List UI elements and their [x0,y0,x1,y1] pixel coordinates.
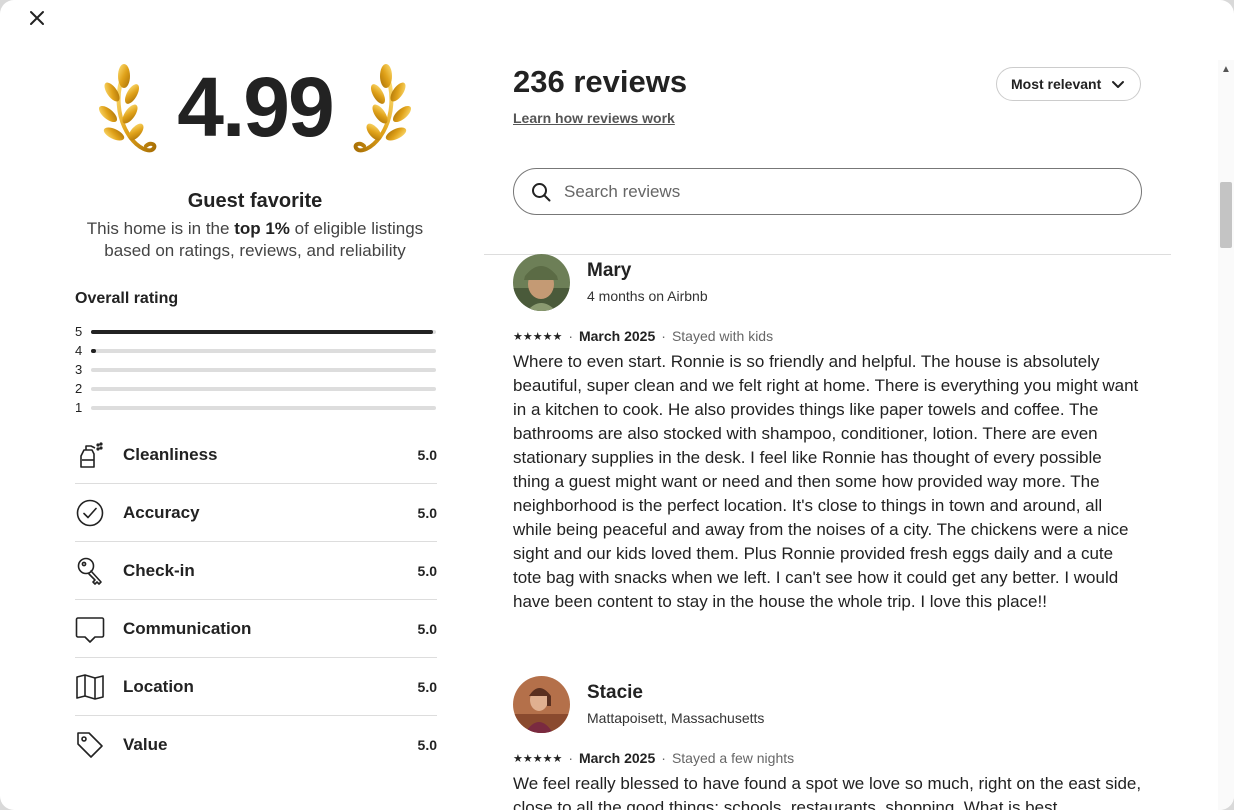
review-date: March 2025 [578,750,656,766]
avatar[interactable] [513,254,570,311]
key-icon [75,556,105,586]
laurel-right-icon [353,64,412,153]
category-score: 5.0 [417,446,437,463]
category-ratings: Cleanliness 5.0 Accuracy 5.0 Check-in 5.… [75,426,437,774]
review-count-heading: 236 reviews [513,64,688,99]
star-rating: ★★★★★ [513,752,563,765]
rating-summary-panel: 4.99 Guest favorite This home is in the … [0,0,484,810]
category-label: Accuracy [123,502,200,522]
guest-favorite-description: This home is in the top 1% of eligible l… [70,218,440,262]
category-label: Value [123,735,168,754]
scroll-up-arrow-icon[interactable]: ▲ [1218,64,1234,75]
review-date: March 2025 [578,328,656,344]
reviewer-meta: Mattapoisett, Massachusetts [587,710,765,726]
rating-bar-track [91,405,436,410]
reviewer-name: Stacie [587,682,643,703]
map-icon [75,672,105,702]
overall-rating-title: Overall rating [75,290,179,307]
star-rating: ★★★★★ [513,330,563,343]
category-score: 5.0 [417,562,437,579]
sort-dropdown[interactable]: Most relevant [996,67,1141,101]
reviewer-name: Mary [587,260,632,281]
review-meta-line: ★★★★★ · March 2025 · Stayed with kids [513,328,773,344]
search-icon [532,182,551,201]
stay-type: Stayed with kids [671,328,774,344]
reviews-panel: 236 reviews Learn how reviews work Most … [484,0,1174,810]
learn-how-reviews-work-link[interactable]: Learn how reviews work [513,110,675,126]
rating-bar-row: 2 [75,379,437,398]
sort-label: Most relevant [1011,76,1102,92]
separator-dot: · [568,750,573,766]
header-divider [484,254,1171,255]
category-label: Check-in [123,560,195,580]
reviews-modal: 4.99 Guest favorite This home is in the … [0,0,1234,810]
chevron-down-icon [1112,81,1125,88]
avatar[interactable] [513,676,570,733]
separator-dot: · [661,750,666,766]
category-label: Location [123,676,194,696]
guest-favorite-title: Guest favorite [187,190,323,212]
rating-bar-label: 1 [75,400,83,415]
description-prefix: This home is in the [86,219,235,238]
rating-bar-row: 5 [75,322,437,341]
spray-bottle-icon [75,440,105,470]
rating-bar-row: 1 [75,398,437,417]
rating-bar-label: 5 [75,324,83,339]
review-text: Where to even start. Ronnie is so friend… [513,352,1139,611]
reviewer-meta: 4 months on Airbnb [587,288,708,304]
category-row-communication: Communication 5.0 [75,600,437,658]
review-text: We feel really blessed to have found a s… [513,774,1142,810]
rating-bar-label: 3 [75,362,83,377]
scrollbar[interactable]: ▲ [1218,60,1234,810]
category-label: Cleanliness [123,444,218,464]
rating-bar-row: 4 [75,341,437,360]
overall-score: 4.99 [177,60,335,154]
stay-type: Stayed a few nights [671,750,795,766]
rating-bar-track [91,348,436,353]
category-score: 5.0 [417,678,437,695]
rating-bar-fill [91,348,96,353]
scroll-thumb[interactable] [1220,182,1232,248]
category-row-value: Value 5.0 [75,716,437,774]
rating-bar-fill [91,329,433,334]
separator-dot: · [568,328,573,344]
rating-bar-label: 4 [75,343,83,358]
separator-dot: · [661,328,666,344]
tag-icon [75,730,105,760]
check-circle-icon [75,498,105,528]
rating-bar-row: 3 [75,360,437,379]
description-highlight: top 1% [234,219,290,238]
search-input[interactable] [562,180,1106,203]
review-search-box[interactable] [513,168,1142,215]
category-row-location: Location 5.0 [75,658,437,716]
chat-bubble-icon [75,614,105,644]
category-score: 5.0 [417,620,437,637]
category-score: 5.0 [417,737,437,753]
rating-bar-track [91,329,436,334]
rating-distribution: 5 4 3 2 1 [75,322,437,417]
rating-bar-track [91,386,436,391]
rating-bar-label: 2 [75,381,83,396]
review-meta-line: ★★★★★ · March 2025 · Stayed a few nights [513,750,794,766]
category-label: Communication [123,618,252,638]
category-score: 5.0 [417,504,437,521]
category-row-accuracy: Accuracy 5.0 [75,484,437,542]
category-row-cleanliness: Cleanliness 5.0 [75,426,437,484]
rating-bar-track [91,367,436,372]
category-row-check-in: Check-in 5.0 [75,542,437,600]
